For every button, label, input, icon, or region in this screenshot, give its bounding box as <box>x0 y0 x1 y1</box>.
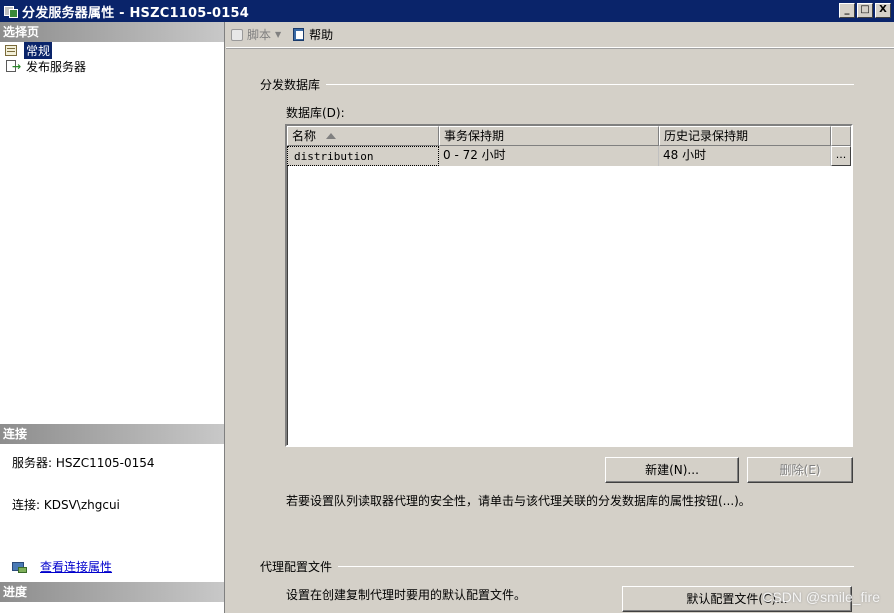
help-label: 帮助 <box>309 28 334 42</box>
view-connection-properties-link[interactable]: 查看连接属性 <box>40 558 112 575</box>
watermark: CSDN @smile_fire <box>762 589 880 605</box>
sort-ascending-icon <box>326 133 336 139</box>
cell-history-retention[interactable]: 48 小时 <box>659 146 831 166</box>
delete-database-button[interactable]: 删除(E) <box>747 457 853 483</box>
publisher-page-icon: → <box>4 59 21 73</box>
grid-header: 名称 事务保持期 历史记录保持期 <box>287 126 851 146</box>
column-header-action <box>831 126 851 146</box>
databases-grid[interactable]: 名称 事务保持期 历史记录保持期 distribution 0 - 72 小时 … <box>285 124 853 447</box>
main-pane: 脚本 ▼ 帮助 分发数据库 数据库(D): 名称 事务保持期 历史记录保持期 d… <box>226 22 894 613</box>
cell-db-name[interactable]: distribution <box>287 146 439 166</box>
connection-properties-icon <box>12 560 28 574</box>
progress-header: 进度 <box>0 582 224 602</box>
server-info: 服务器: HSZC1105-0154 <box>12 456 155 470</box>
connection-panel: 服务器: HSZC1105-0154 连接: KDSV\zhgcui 查看连接属… <box>0 444 224 582</box>
view-connection-properties[interactable]: 查看连接属性 <box>12 558 112 575</box>
cell-transaction-retention[interactable]: 0 - 72 小时 <box>439 146 659 166</box>
chevron-down-icon[interactable]: ▼ <box>275 30 281 39</box>
group-title: 分发数据库 <box>260 78 321 92</box>
profile-description: 设置在创建复制代理时要用的默认配置文件。 <box>286 588 527 602</box>
title-bar[interactable]: 分发服务器属性 - HSZC1105-0154 _ □ X <box>0 0 894 22</box>
select-page-header: 选择页 <box>0 22 224 42</box>
script-label: 脚本 <box>247 28 272 42</box>
column-header-transaction-retention[interactable]: 事务保持期 <box>439 126 659 146</box>
window-controls: _ □ X <box>839 3 891 18</box>
maximize-button[interactable]: □ <box>857 3 873 18</box>
window-title: 分发服务器属性 - HSZC1105-0154 <box>22 5 250 21</box>
security-info-text: 若要设置队列读取器代理的安全性，请单击与该代理关联的分发数据库的属性按钮(...… <box>286 494 751 508</box>
db-properties-button[interactable]: ... <box>831 146 851 166</box>
help-icon <box>291 27 307 43</box>
table-row[interactable]: distribution 0 - 72 小时 48 小时 ... <box>287 146 851 166</box>
server-properties-icon <box>3 3 19 19</box>
column-header-history-retention[interactable]: 历史记录保持期 <box>659 126 831 146</box>
left-pane: 选择页 常规 → 发布服务器 连接 服务器: HSZC1105-0154 连接:… <box>0 22 225 613</box>
page-item-publishers[interactable]: → 发布服务器 <box>0 58 224 74</box>
minimize-button[interactable]: _ <box>839 3 855 18</box>
databases-label: 数据库(D): <box>286 106 345 120</box>
close-button[interactable]: X <box>875 3 891 18</box>
help-button[interactable]: 帮助 <box>291 26 333 43</box>
group-divider <box>338 566 854 567</box>
connection-header: 连接 <box>0 424 224 444</box>
group-divider <box>326 84 854 85</box>
page-item-label: 发布服务器 <box>26 59 87 74</box>
agent-profile-group: 代理配置文件 <box>260 558 854 575</box>
group-title: 代理配置文件 <box>260 560 333 574</box>
page-item-general[interactable]: 常规 <box>0 41 224 59</box>
new-database-button[interactable]: 新建(N)... <box>605 457 739 483</box>
script-button[interactable]: 脚本 ▼ <box>229 26 285 43</box>
toolbar: 脚本 ▼ 帮助 <box>226 22 894 48</box>
general-page-icon <box>4 43 20 57</box>
connection-info: 连接: KDSV\zhgcui <box>12 498 120 512</box>
page-item-label: 常规 <box>24 41 53 59</box>
script-icon <box>229 27 245 43</box>
distribution-db-group: 分发数据库 <box>260 76 854 93</box>
column-header-name[interactable]: 名称 <box>287 126 439 146</box>
